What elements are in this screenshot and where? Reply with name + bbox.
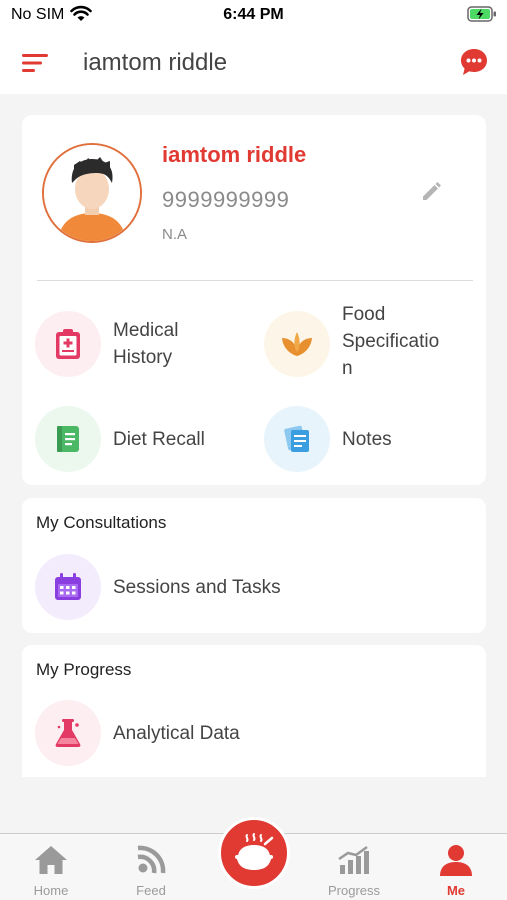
- avatar[interactable]: [42, 143, 142, 243]
- tab-me-label: Me: [446, 883, 466, 898]
- clipboard-icon: [56, 329, 80, 359]
- diet-recall-icon-circle: [35, 406, 101, 472]
- analytical-data-label: Analytical Data: [113, 723, 240, 744]
- tab-home[interactable]: Home: [11, 834, 91, 900]
- chart-icon: [338, 845, 369, 874]
- profile-name: iamtom riddle: [162, 142, 307, 167]
- analytical-icon-circle: [35, 700, 101, 766]
- diet-recall-button[interactable]: Diet Recall: [35, 406, 245, 472]
- tab-feed[interactable]: Feed: [111, 834, 191, 900]
- calendar-icon: [55, 573, 81, 600]
- food-specification-icon-circle: [264, 311, 330, 377]
- feed-icon: [137, 845, 166, 874]
- tab-feed-label: Feed: [136, 883, 166, 898]
- profile-phone: 9999999999: [162, 187, 290, 212]
- profile-divider: [37, 280, 473, 281]
- food-specification-button[interactable]: Food Specificatio n: [264, 304, 474, 391]
- notebook-icon: [57, 426, 79, 452]
- tab-progress[interactable]: Progress: [314, 834, 394, 900]
- analytical-data-button[interactable]: Analytical Data: [35, 700, 475, 766]
- tab-me[interactable]: Me: [416, 834, 496, 900]
- progress-title: My Progress: [36, 660, 132, 679]
- home-icon: [35, 846, 67, 874]
- sessions-and-tasks-button[interactable]: Sessions and Tasks: [35, 554, 475, 620]
- consultations-title: My Consultations: [36, 513, 167, 532]
- tab-home-label: Home: [33, 883, 69, 898]
- profile-extra-info: N.A: [162, 226, 188, 243]
- header-title: iamtom riddle: [83, 49, 228, 76]
- notes-icon-circle: [264, 406, 330, 472]
- medical-history-button[interactable]: Medical History: [35, 311, 245, 381]
- sessions-and-tasks-label: Sessions and Tasks: [113, 577, 281, 598]
- profile-card: iamtom riddle 9999999999 N.A Medical His…: [22, 115, 486, 485]
- medical-history-label: Medical History: [113, 320, 179, 368]
- diet-recall-label: Diet Recall: [113, 429, 205, 450]
- tab-progress-label: Progress: [327, 883, 381, 898]
- app-header: iamtom riddle: [0, 32, 507, 94]
- medical-history-icon-circle: [35, 311, 101, 377]
- status-time: 6:44 PM: [223, 6, 284, 23]
- notes-button[interactable]: Notes: [264, 406, 474, 472]
- avatar-illustration: [44, 145, 140, 241]
- user-icon: [440, 845, 472, 876]
- menu-icon[interactable]: [22, 52, 48, 74]
- food-specification-label: Food Specificatio n: [342, 304, 440, 379]
- battery-charging-icon: [467, 6, 496, 22]
- chat-icon[interactable]: [459, 47, 489, 77]
- flask-icon: [55, 719, 81, 747]
- leaf-icon: [282, 332, 312, 356]
- sessions-icon-circle: [35, 554, 101, 620]
- consultations-card: My Consultations Sessions and Tasks: [22, 498, 486, 633]
- progress-card: My Progress Analytical Data: [22, 645, 486, 777]
- meal-fab-button[interactable]: [218, 817, 290, 889]
- notes-label: Notes: [342, 429, 392, 450]
- status-bar: No SIM 6:44 PM: [0, 0, 507, 32]
- meal-bowl-icon: [235, 833, 274, 870]
- edit-icon[interactable]: [420, 181, 442, 203]
- notes-icon: [284, 425, 309, 452]
